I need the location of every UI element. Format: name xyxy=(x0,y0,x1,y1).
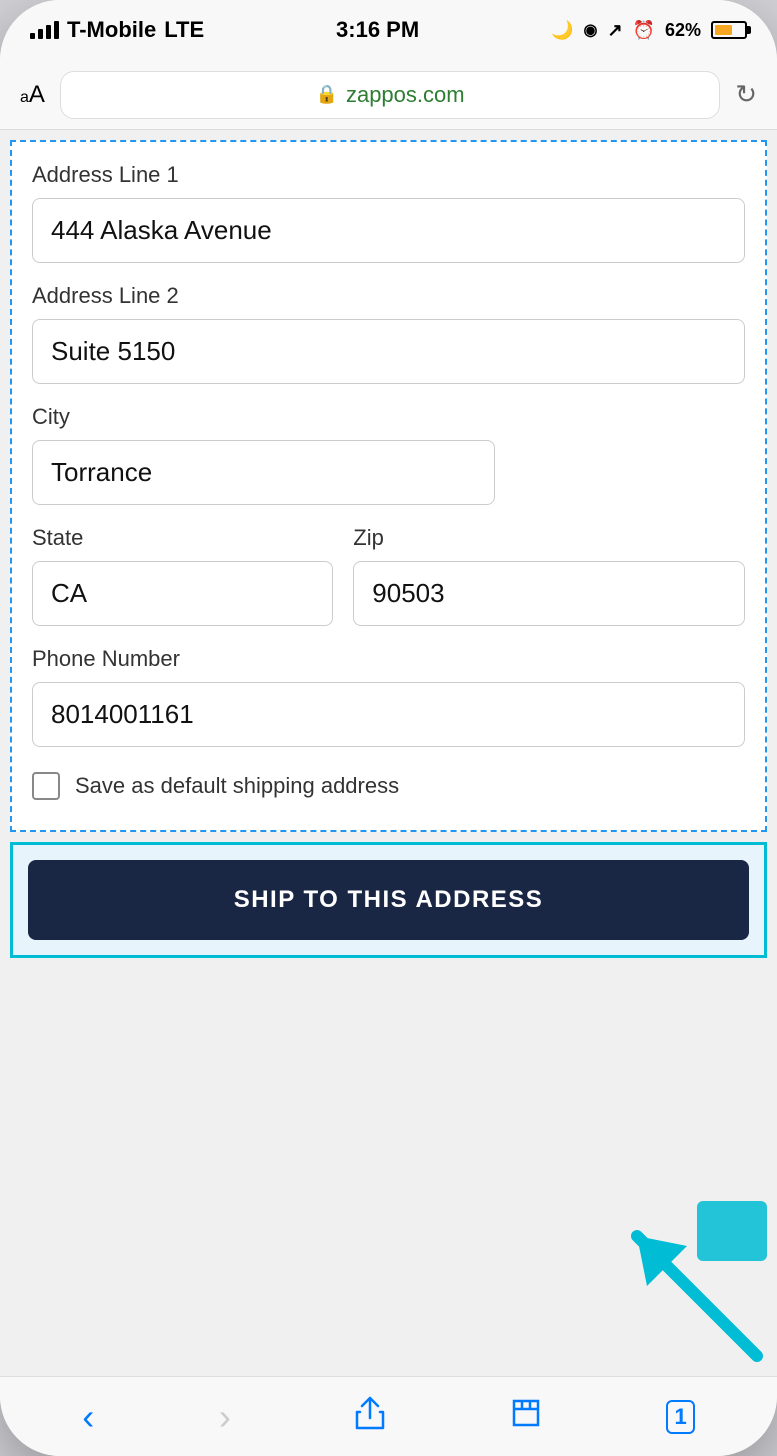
phone-frame: T-Mobile LTE 3:16 PM 🌙 ◉ ↗ ⏰ 62% a A 🔒 z… xyxy=(0,0,777,1456)
carrier-label: T-Mobile xyxy=(67,17,156,43)
battery-icon xyxy=(711,21,747,39)
status-left: T-Mobile LTE xyxy=(30,17,204,43)
url-bar[interactable]: 🔒 zappos.com xyxy=(60,71,720,119)
browser-nav: ‹ › 1 xyxy=(0,1376,777,1456)
ship-to-address-button[interactable]: SHIP TO THIS ADDRESS xyxy=(28,860,749,940)
address-line2-label: Address Line 2 xyxy=(32,283,745,309)
scrollable-content: Address Line 1 Address Line 2 City State… xyxy=(0,130,777,1376)
small-a-icon: a xyxy=(20,89,29,107)
reload-button[interactable]: ↻ xyxy=(735,79,757,110)
state-zip-row: State Zip xyxy=(32,525,745,626)
city-input[interactable] xyxy=(32,440,495,505)
location-icon: ◉ xyxy=(583,20,597,40)
text-size-button[interactable]: a A xyxy=(20,81,45,109)
battery-fill xyxy=(715,25,732,35)
signal-bars-icon xyxy=(30,21,59,39)
ship-button-section: SHIP TO THIS ADDRESS xyxy=(10,842,767,958)
state-input[interactable] xyxy=(32,561,333,626)
state-group: State xyxy=(32,525,333,626)
address-form-container: Address Line 1 Address Line 2 City State… xyxy=(10,140,767,832)
address-line1-input[interactable] xyxy=(32,198,745,263)
phone-label: Phone Number xyxy=(32,646,745,672)
phone-input[interactable] xyxy=(32,682,745,747)
browser-bar: a A 🔒 zappos.com ↻ xyxy=(0,60,777,130)
alarm-icon: ⏰ xyxy=(633,20,655,41)
forward-button[interactable]: › xyxy=(219,1396,231,1438)
network-label: LTE xyxy=(164,17,204,43)
share-button[interactable] xyxy=(355,1396,385,1438)
back-button[interactable]: ‹ xyxy=(82,1396,94,1438)
address-line1-label: Address Line 1 xyxy=(32,162,745,188)
state-label: State xyxy=(32,525,333,551)
status-bar: T-Mobile LTE 3:16 PM 🌙 ◉ ↗ ⏰ 62% xyxy=(0,0,777,60)
time-display: 3:16 PM xyxy=(336,17,419,43)
big-a-icon: A xyxy=(29,81,45,109)
lock-icon: 🔒 xyxy=(316,84,338,105)
default-address-row[interactable]: Save as default shipping address xyxy=(32,772,745,800)
default-address-checkbox[interactable] xyxy=(32,772,60,800)
zip-label: Zip xyxy=(353,525,745,551)
default-address-label: Save as default shipping address xyxy=(75,773,399,799)
city-label: City xyxy=(32,404,745,430)
battery-percent: 62% xyxy=(665,20,701,41)
gps-icon: ↗ xyxy=(607,20,622,41)
zip-input[interactable] xyxy=(353,561,745,626)
zip-group: Zip xyxy=(353,525,745,626)
status-right: 🌙 ◉ ↗ ⏰ 62% xyxy=(551,20,747,41)
address-line2-input[interactable] xyxy=(32,319,745,384)
moon-icon: 🌙 xyxy=(551,20,573,41)
url-text: zappos.com xyxy=(346,82,465,108)
bookmarks-button[interactable] xyxy=(510,1397,542,1437)
tab-overview-button[interactable]: 1 xyxy=(666,1400,694,1434)
